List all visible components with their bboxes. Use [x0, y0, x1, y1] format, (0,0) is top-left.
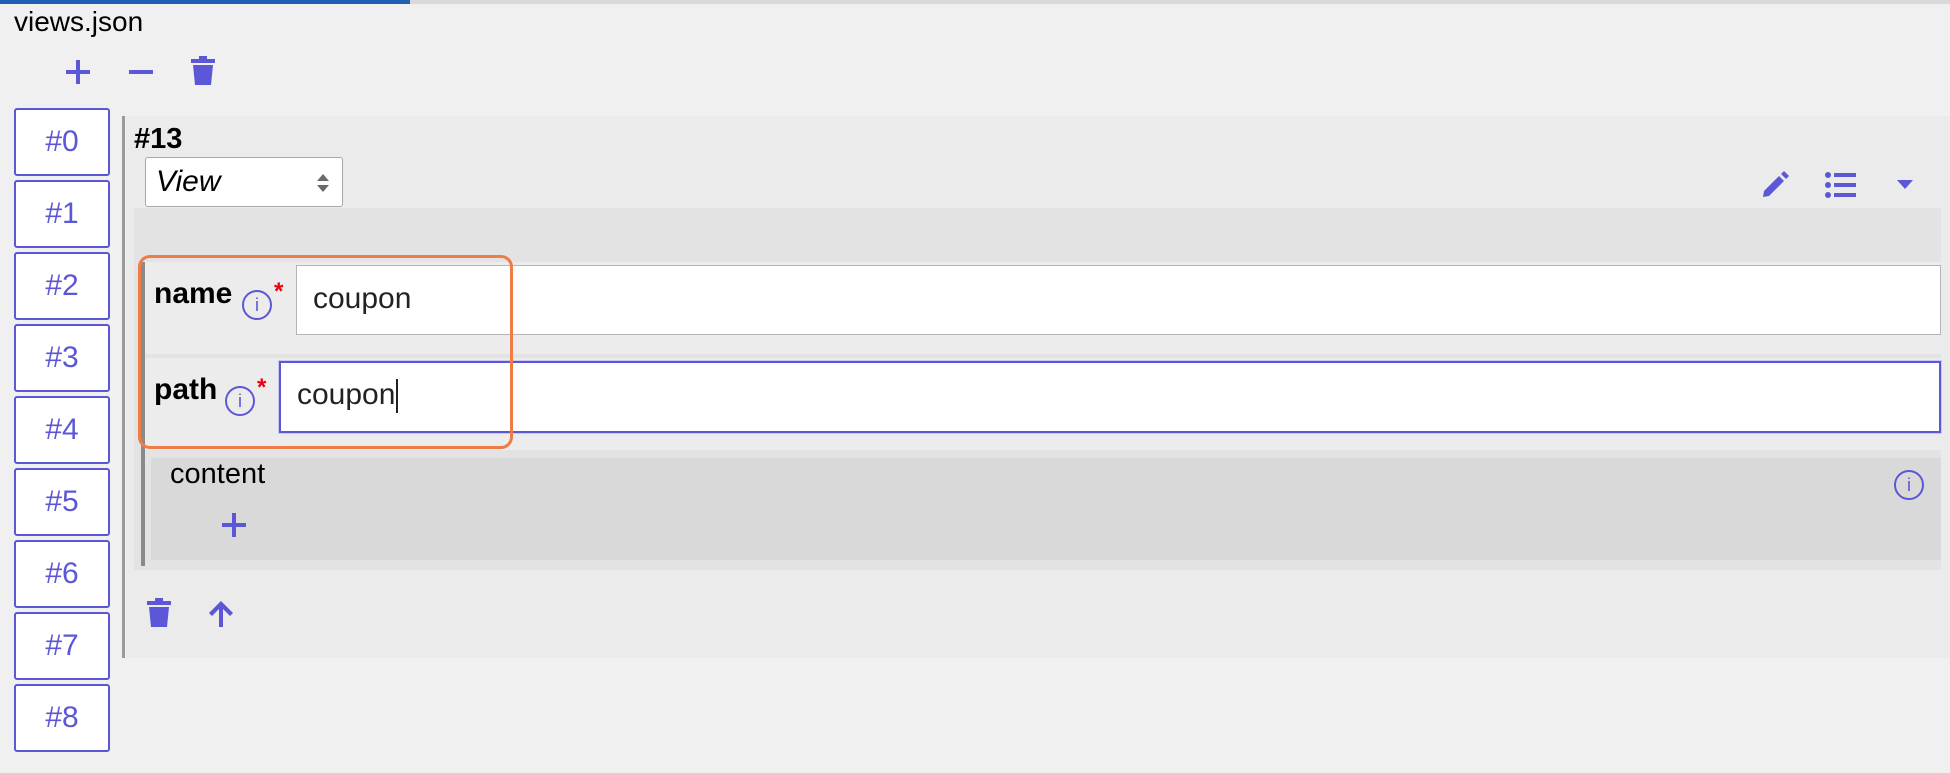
minus-icon: [129, 70, 153, 74]
plus-icon: [222, 513, 246, 537]
index-item[interactable]: #5: [14, 468, 110, 536]
type-select[interactable]: View: [145, 157, 343, 207]
add-content-button[interactable]: [218, 509, 250, 541]
text-caret: [396, 379, 399, 414]
arrow-up-icon: [209, 601, 233, 627]
remove-item-button[interactable]: [125, 56, 157, 88]
name-required-star: *: [274, 278, 284, 305]
path-input-value: coupon: [297, 378, 396, 411]
file-name: views.json: [14, 6, 144, 37]
content-section: [151, 458, 1941, 560]
index-item[interactable]: #6: [14, 540, 110, 608]
pencil-icon: [1763, 171, 1789, 197]
list-icon: [1825, 172, 1856, 198]
index-item[interactable]: #7: [14, 612, 110, 680]
delete-record-button[interactable]: [143, 596, 175, 630]
name-input[interactable]: coupon: [296, 265, 1941, 335]
path-required-star: *: [257, 374, 267, 401]
record-divider: [122, 116, 125, 658]
path-input[interactable]: coupon: [279, 361, 1941, 433]
add-item-button[interactable]: [62, 56, 94, 88]
name-info-icon[interactable]: i: [242, 290, 272, 320]
index-item[interactable]: #3: [14, 324, 110, 392]
content-info-icon[interactable]: i: [1894, 470, 1924, 500]
trash-icon: [191, 56, 215, 85]
record-title: #13: [134, 123, 183, 155]
name-input-value: coupon: [313, 282, 412, 315]
trash-icon: [147, 598, 171, 627]
edit-button[interactable]: [1758, 168, 1792, 202]
type-select-value: View: [156, 165, 221, 198]
list-view-button[interactable]: [1823, 168, 1859, 202]
name-field-label: name: [154, 277, 233, 310]
delete-file-button[interactable]: [187, 54, 219, 88]
loading-track: [0, 0, 1950, 4]
index-item[interactable]: #0: [14, 108, 110, 176]
path-field-label: path: [154, 373, 218, 406]
index-item[interactable]: #4: [14, 396, 110, 464]
move-up-button[interactable]: [205, 598, 237, 630]
index-item[interactable]: #8: [14, 684, 110, 752]
index-item[interactable]: #1: [14, 180, 110, 248]
caret-down-icon: [1897, 180, 1913, 189]
options-dropdown-button[interactable]: [1893, 174, 1917, 194]
path-info-icon[interactable]: i: [225, 386, 255, 416]
select-arrows-icon: [317, 174, 329, 192]
index-list: #0 #1 #2 #3 #4 #5 #6 #7 #8: [14, 108, 114, 756]
content-label: content: [170, 458, 266, 490]
index-item[interactable]: #2: [14, 252, 110, 320]
plus-icon: [66, 60, 90, 84]
